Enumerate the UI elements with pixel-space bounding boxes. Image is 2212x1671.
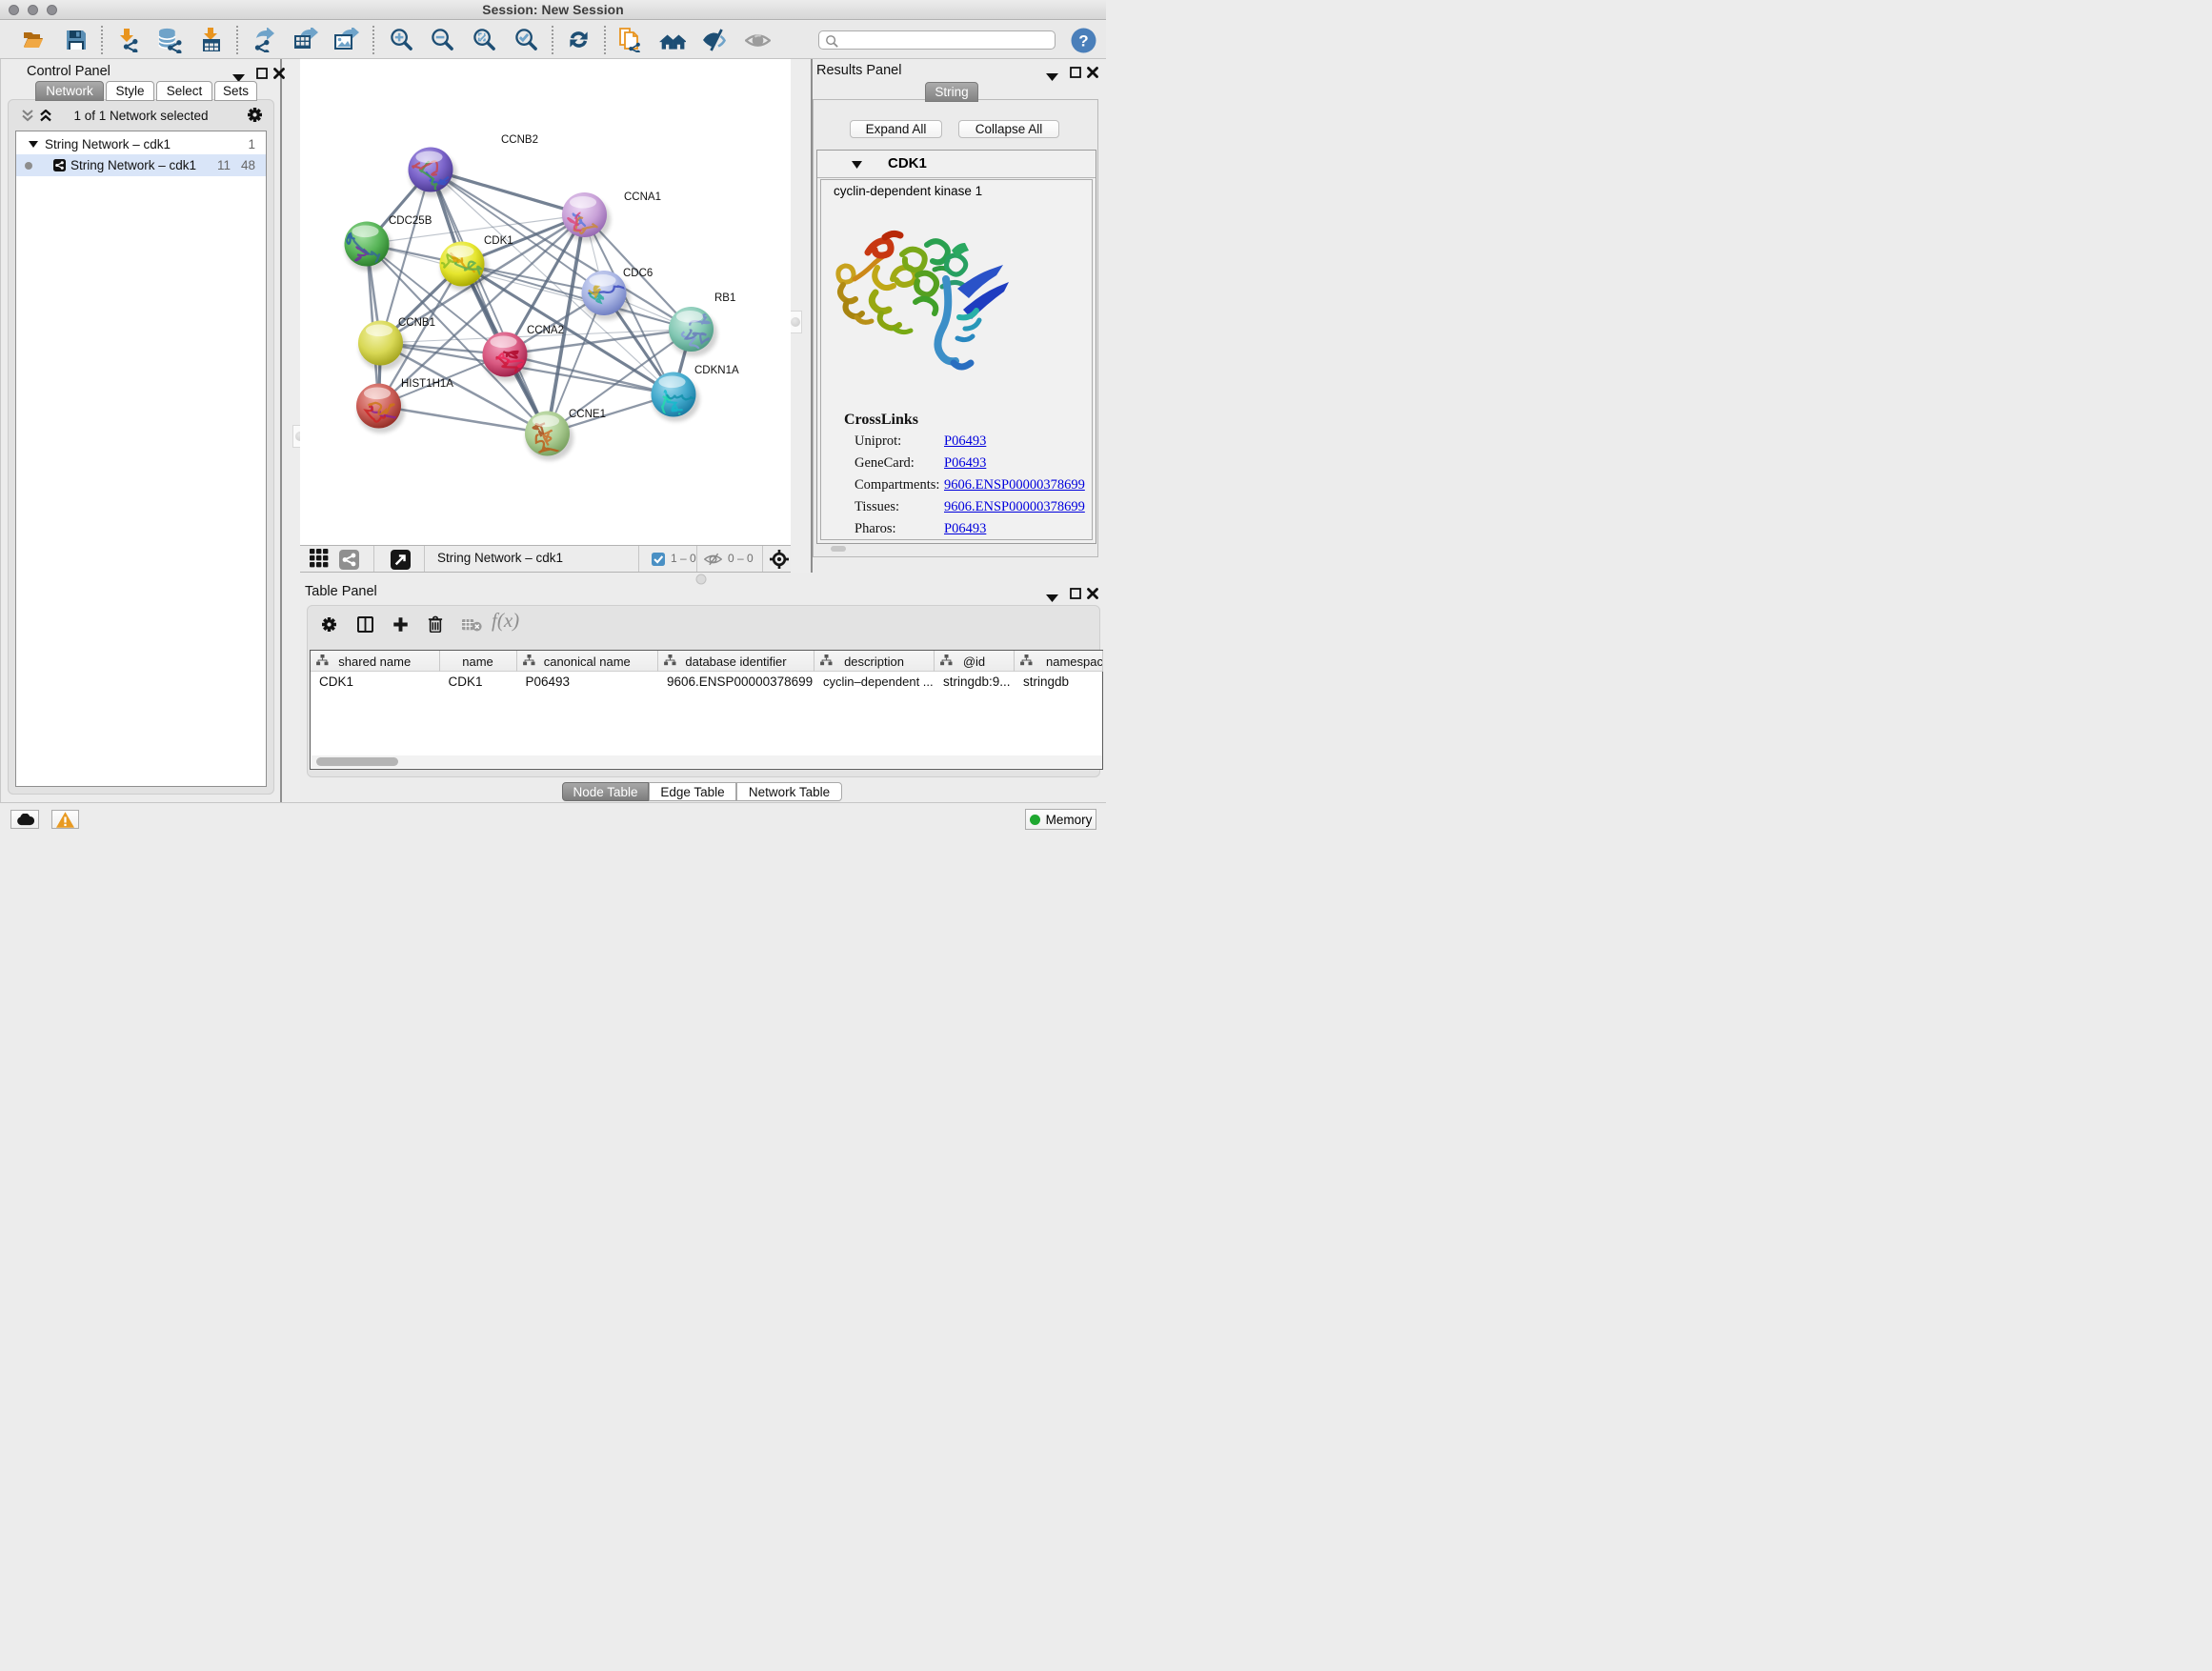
svg-text:?: ? [1078,31,1088,50]
svg-text:CCNE1: CCNE1 [569,409,606,420]
svg-text:CDK1: CDK1 [484,235,513,247]
svg-text:CDC25B: CDC25B [389,215,432,227]
svg-text:CCNB1: CCNB1 [398,317,435,329]
svg-text:CDKN1A: CDKN1A [694,365,739,376]
svg-text:CCNA2: CCNA2 [527,325,564,336]
svg-text:CCNA1: CCNA1 [624,191,661,203]
svg-text:RB1: RB1 [714,292,735,304]
svg-text:HIST1H1A: HIST1H1A [401,378,453,390]
svg-text:CCNB2: CCNB2 [501,134,538,146]
svg-text:CDC6: CDC6 [623,268,653,279]
